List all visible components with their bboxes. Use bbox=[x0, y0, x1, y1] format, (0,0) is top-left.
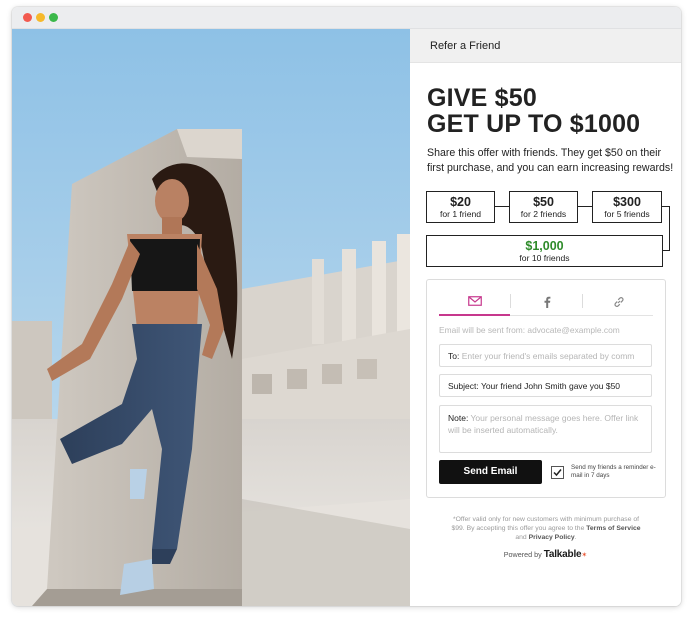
maximize-window-button[interactable] bbox=[49, 13, 58, 22]
talkable-logo-mark-icon: ✶ bbox=[581, 552, 588, 559]
to-label: To: bbox=[448, 351, 460, 361]
reward-tier-3: $300 for 5 friends bbox=[592, 191, 662, 223]
tab-facebook[interactable] bbox=[511, 288, 582, 316]
referral-panel: Refer a Friend GIVE $50 GET UP TO $1000 … bbox=[410, 29, 681, 606]
browser-window: Refer a Friend GIVE $50 GET UP TO $1000 … bbox=[12, 7, 681, 606]
disclaimer-period: . bbox=[574, 534, 577, 541]
tier-connector bbox=[669, 206, 670, 250]
window-titlebar bbox=[12, 7, 681, 29]
reward-tier-label: for 1 friend bbox=[439, 209, 482, 219]
minimize-window-button[interactable] bbox=[36, 13, 45, 22]
talkable-logo[interactable]: Talkable bbox=[544, 549, 582, 560]
headline-give: GIVE $50 bbox=[427, 84, 537, 112]
powered-by: Powered by Talkable✶ bbox=[410, 549, 681, 560]
panel-title: Refer a Friend bbox=[430, 40, 501, 52]
headline-get: GET UP TO $1000 bbox=[427, 110, 641, 138]
close-window-button[interactable] bbox=[23, 13, 32, 22]
terms-of-service-link[interactable]: Terms of Service bbox=[586, 525, 640, 532]
reward-tier-4: $1,000 for 10 friends bbox=[426, 235, 663, 267]
note-label: Note: bbox=[448, 413, 469, 423]
powered-by-text: Powered by bbox=[503, 550, 542, 559]
tier-connector bbox=[578, 206, 592, 207]
send-email-button[interactable]: Send Email bbox=[439, 460, 542, 484]
reward-tier-amount: $50 bbox=[533, 195, 554, 209]
privacy-policy-link[interactable]: Privacy Policy bbox=[529, 534, 575, 541]
reward-tier-amount: $300 bbox=[613, 195, 641, 209]
share-tabs bbox=[439, 288, 653, 316]
offer-description: Share this offer with friends. They get … bbox=[427, 147, 674, 174]
note-field[interactable]: Note: Your personal message goes here. O… bbox=[439, 405, 652, 453]
tab-link[interactable] bbox=[583, 288, 654, 316]
subject-field[interactable]: Subject: Your friend John Smith gave you… bbox=[439, 374, 652, 397]
reward-tier-label: for 5 friends bbox=[604, 209, 650, 219]
share-card: Email will be sent from: advocate@exampl… bbox=[426, 279, 666, 498]
subject-value: Your friend John Smith gave you $50 bbox=[480, 381, 621, 391]
reward-tier-label: for 10 friends bbox=[519, 253, 570, 263]
tier-connector bbox=[663, 250, 670, 251]
offer-disclaimer: *Offer valid only for new customers with… bbox=[450, 515, 642, 542]
reminder-checkbox[interactable] bbox=[551, 466, 564, 479]
envelope-icon bbox=[467, 296, 482, 306]
reminder-label: Send my friends a reminder e-mail in 7 d… bbox=[571, 464, 656, 479]
reward-tier-2: $50 for 2 friends bbox=[509, 191, 578, 223]
sender-info: Email will be sent from: advocate@exampl… bbox=[439, 325, 620, 335]
tab-email[interactable] bbox=[439, 288, 510, 316]
tier-connector bbox=[495, 206, 509, 207]
reward-tier-amount: $20 bbox=[450, 195, 471, 209]
to-placeholder: Enter your friend's emails separated by … bbox=[461, 351, 635, 361]
note-placeholder: Your personal message goes here. Offer l… bbox=[448, 413, 639, 435]
hero-photo bbox=[12, 29, 410, 606]
subject-label: Subject: bbox=[448, 381, 479, 391]
to-field[interactable]: To: Enter your friend's emails separated… bbox=[439, 344, 652, 367]
checkmark-icon bbox=[553, 469, 562, 477]
panel-header: Refer a Friend bbox=[410, 29, 681, 63]
facebook-icon bbox=[544, 296, 550, 308]
link-icon bbox=[613, 297, 624, 307]
disclaimer-and: and bbox=[515, 534, 527, 541]
reward-tier-1: $20 for 1 friend bbox=[426, 191, 495, 223]
reward-tier-amount: $1,000 bbox=[525, 239, 564, 253]
reward-tier-label: for 2 friends bbox=[520, 209, 567, 219]
